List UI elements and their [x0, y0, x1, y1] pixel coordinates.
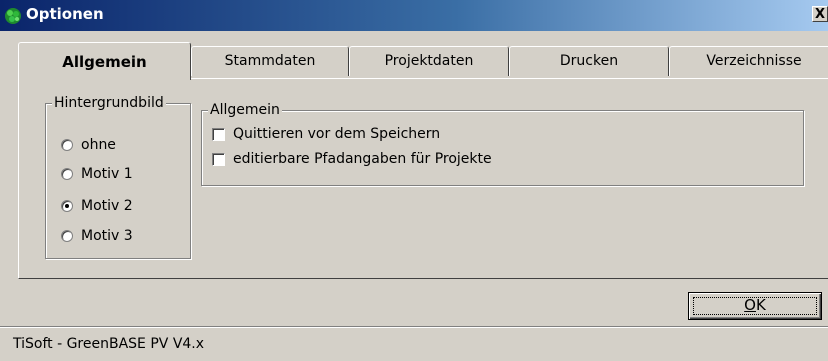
background-image-legend: Hintergrundbild — [52, 94, 166, 112]
checkbox[interactable] — [212, 127, 225, 141]
tab-stammdaten[interactable]: Stammdaten — [191, 46, 349, 76]
general-group: Allgemein Quittieren vor dem Speichern e… — [201, 101, 804, 186]
radio-button[interactable] — [61, 168, 73, 180]
tab-projektdaten[interactable]: Projektdaten — [349, 46, 509, 76]
close-button[interactable]: X — [812, 6, 828, 22]
app-logo-icon — [5, 8, 21, 24]
background-image-group: Hintergrundbild ohne Motiv 1 Motiv 2 Mot… — [45, 94, 191, 259]
radio-button-selected[interactable] — [61, 200, 73, 212]
tab-verzeichnisse[interactable]: Verzeichnisse — [669, 46, 828, 76]
radio-label: Motiv 2 — [81, 198, 133, 214]
radio-dot-icon — [65, 204, 69, 208]
title-bar: Optionen X — [0, 0, 828, 31]
radio-button[interactable] — [61, 139, 73, 151]
radio-button[interactable] — [61, 230, 73, 242]
checkbox[interactable] — [212, 152, 225, 166]
checkbox-quittieren[interactable]: Quittieren vor dem Speichern — [212, 126, 440, 142]
tab-allgemein[interactable]: Allgemein — [18, 42, 191, 80]
radio-label: Motiv 1 — [81, 166, 133, 182]
tab-drucken[interactable]: Drucken — [509, 46, 669, 76]
radio-option-ohne[interactable]: ohne — [61, 137, 116, 153]
ok-label-suffix: K — [755, 296, 766, 314]
radio-label: ohne — [81, 137, 116, 153]
checkbox-label: Quittieren vor dem Speichern — [233, 126, 441, 142]
checkbox-label: editierbare Pfadangaben für Projekte — [233, 151, 492, 167]
ok-button[interactable]: OK — [688, 292, 822, 320]
general-legend: Allgemein — [208, 101, 282, 119]
checkbox-editierbare-pfade[interactable]: editierbare Pfadangaben für Projekte — [212, 151, 492, 167]
ok-button-label: OK — [744, 296, 766, 314]
window-title: Optionen — [26, 5, 104, 23]
radio-label: Motiv 3 — [81, 228, 133, 244]
ok-label-accelerator: O — [744, 296, 756, 314]
tab-panel: Hintergrundbild ohne Motiv 1 Motiv 2 Mot… — [18, 78, 828, 279]
status-text: TiSoft - GreenBASE PV V4.x — [13, 336, 205, 352]
radio-option-motiv-1[interactable]: Motiv 1 — [61, 166, 133, 182]
radio-option-motiv-3[interactable]: Motiv 3 — [61, 228, 133, 244]
status-bar: TiSoft - GreenBASE PV V4.x — [0, 326, 828, 361]
radio-option-motiv-2[interactable]: Motiv 2 — [61, 198, 133, 214]
